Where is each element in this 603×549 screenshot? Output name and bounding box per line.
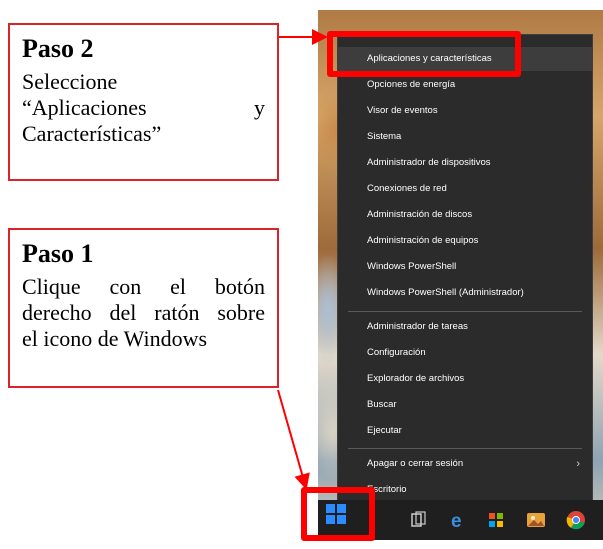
menu-item-search[interactable]: Buscar [338,393,592,417]
menu-item-network-connections[interactable]: Conexiones de red [338,177,592,201]
step-1-title: Paso 1 [22,239,94,268]
menu-item-desktop[interactable]: Escritorio [338,478,592,502]
menu-item-label: Apagar o cerrar sesión [367,458,464,469]
menu-item-settings[interactable]: Configuración [338,341,592,365]
menu-item-event-viewer[interactable]: Visor de eventos [338,99,592,123]
highlight-frame-apps-features [327,31,521,77]
menu-item-computer-management[interactable]: Administración de equipos [338,229,592,253]
menu-item-task-manager[interactable]: Administrador de tareas [338,315,592,339]
menu-item-powershell-admin[interactable]: Windows PowerShell (Administrador) [338,281,592,305]
photos-icon[interactable] [524,508,548,532]
step-2-text: Seleccione “Aplicaciones y Característic… [22,69,265,147]
step-1-line-3: el icono de Windows [22,326,208,351]
menu-item-system[interactable]: Sistema [338,125,592,149]
menu-item-file-explorer[interactable]: Explorador de archivos [338,367,592,391]
step-2-line-2-right: y [254,95,265,120]
menu-separator [348,448,582,449]
step-2-line-1: Seleccione [22,69,118,94]
callout-step-2: Paso 2 Seleccione “Aplicaciones y Caract… [8,23,279,181]
svg-text:e: e [451,511,462,532]
step-1-text: Clique con el botón derecho del ratón so… [22,274,265,352]
menu-separator [348,311,582,312]
edge-icon[interactable]: e [446,508,470,532]
store-icon[interactable] [484,508,508,532]
menu-item-run[interactable]: Ejecutar [338,419,592,443]
menu-item-device-manager[interactable]: Administrador de dispositivos [338,151,592,175]
chrome-icon[interactable] [564,508,588,532]
menu-item-shutdown-signout[interactable]: Apagar o cerrar sesión › [338,452,592,476]
chevron-right-icon: › [576,458,580,470]
callout-step-1: Paso 1 Clique con el botón derecho del r… [8,228,279,388]
step-2-line-2-left: “Aplicaciones [22,95,147,120]
step-1-line-1: Clique con el botón [22,274,265,299]
highlight-frame-start-button [301,487,375,541]
task-view-icon[interactable] [406,508,430,532]
menu-item-disk-management[interactable]: Administración de discos [338,203,592,227]
step-1-line-2: derecho del ratón sobre [22,300,265,325]
context-menu: Aplicaciones y características Opciones … [337,34,593,504]
menu-item-powershell[interactable]: Windows PowerShell [338,255,592,279]
step-2-title: Paso 2 [22,34,94,63]
step-2-line-3: Características” [22,121,162,146]
